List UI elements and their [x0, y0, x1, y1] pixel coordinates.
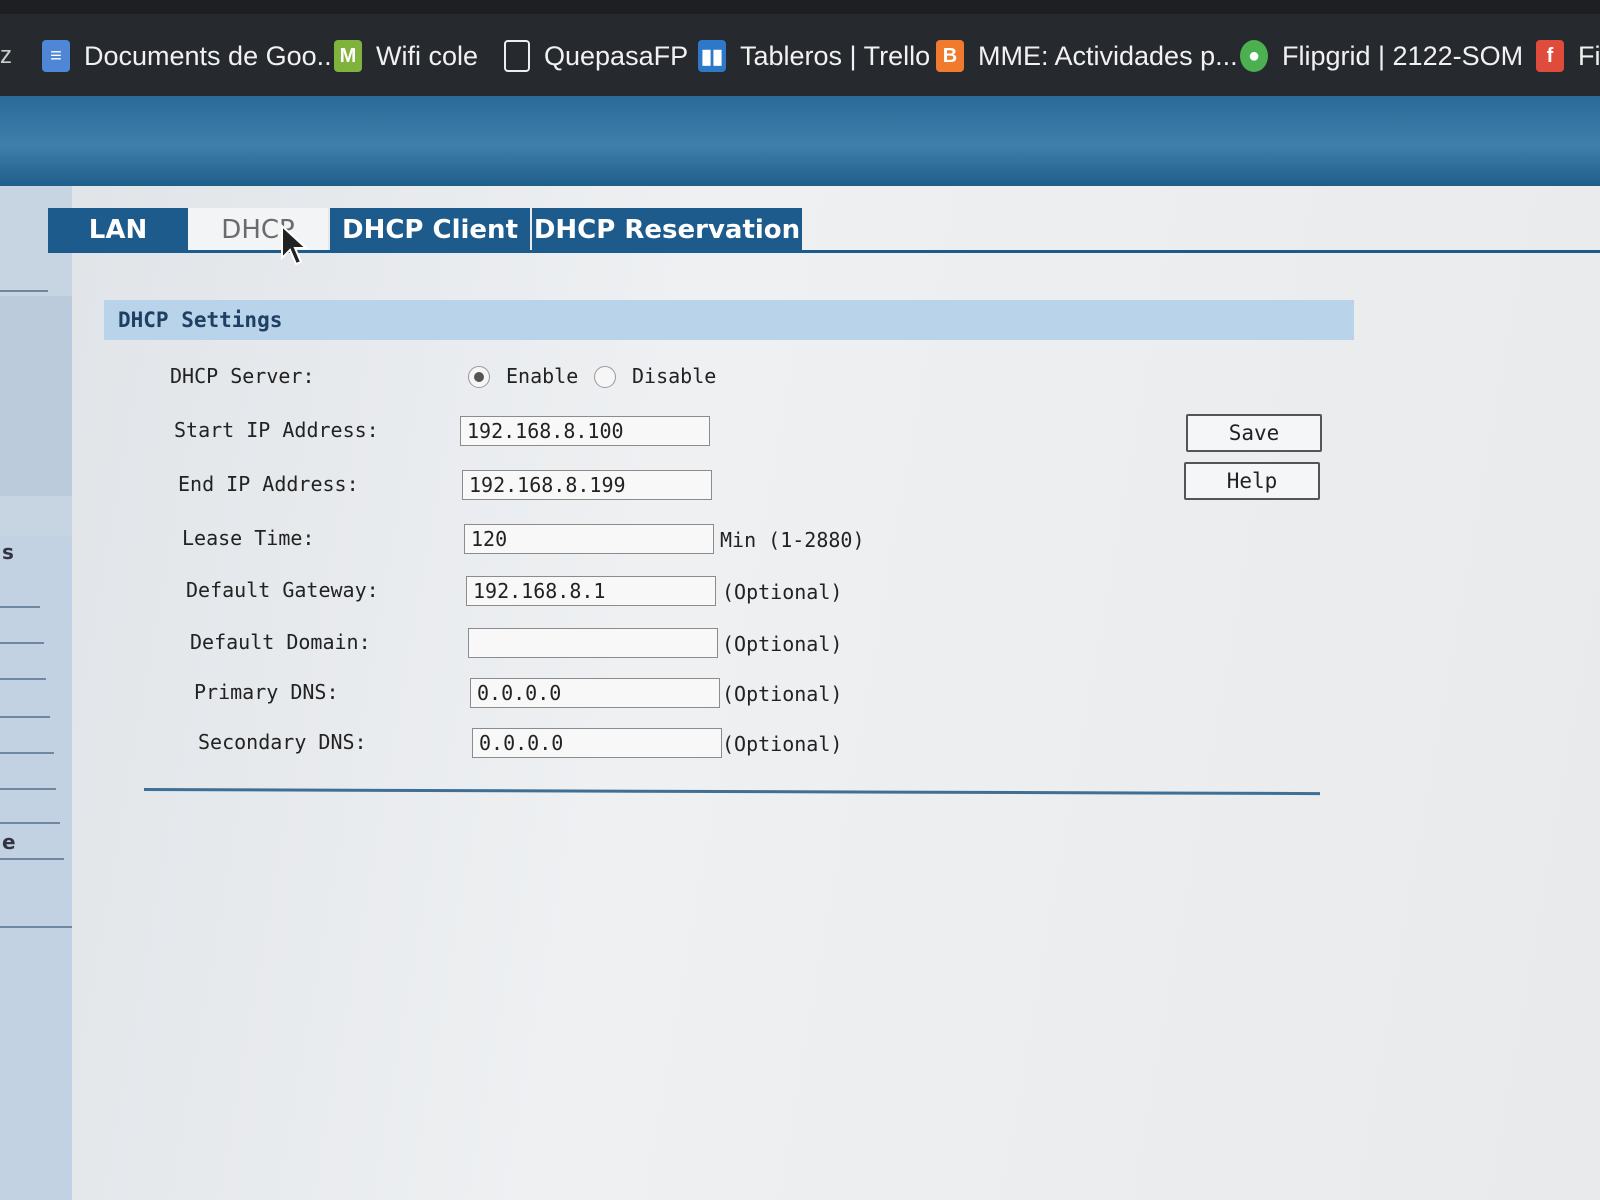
primary-dns-input[interactable]: 0.0.0.0 — [470, 678, 720, 708]
mouse-pointer-icon — [281, 224, 309, 266]
browser-title-strip — [0, 0, 1600, 14]
bookmarks-bar: z ≡ Documents de Goo... M Wifi cole Quep… — [0, 0, 1600, 96]
lease-time-input[interactable]: 120 — [464, 524, 714, 554]
enable-radio[interactable] — [468, 366, 490, 388]
disable-radio[interactable] — [594, 366, 616, 388]
start-ip-label: Start IP Address: — [174, 418, 379, 442]
dhcp-server-label: DHCP Server: — [170, 364, 315, 388]
trello-icon: ▮▮ — [698, 40, 726, 72]
bookmark-label: Flipgrid | 2122-SOM — [1282, 40, 1524, 71]
disable-radio-label: Disable — [632, 364, 717, 388]
default-domain-input[interactable] — [468, 628, 718, 658]
side-menu-divider — [0, 926, 72, 928]
bookmark-documents[interactable]: ≡ Documents de Goo... — [42, 36, 339, 76]
lease-time-label: Lease Time: — [182, 526, 315, 550]
side-menu-divider — [0, 788, 56, 790]
default-domain-optional-note: (Optional) — [722, 632, 843, 656]
end-ip-label: End IP Address: — [178, 472, 359, 496]
bookmark-label: MME: Actividades p... — [978, 40, 1238, 71]
secondary-dns-optional-note: (Optional) — [722, 732, 843, 756]
side-menu-divider — [0, 858, 64, 860]
side-menu-block — [0, 296, 72, 496]
bookmark-figma[interactable]: f Fi — [1536, 36, 1600, 76]
primary-dns-optional-note: (Optional) — [722, 682, 843, 706]
bookmark-label: Fi — [1578, 40, 1600, 71]
side-menu-divider — [0, 290, 48, 292]
default-gateway-input[interactable]: 192.168.8.1 — [466, 576, 716, 606]
tab-dhcp-reservation[interactable]: DHCP Reservation — [532, 208, 802, 252]
save-button[interactable]: Save — [1186, 414, 1322, 452]
bookmark-quepasafp[interactable]: QuepasaFP — [504, 36, 688, 76]
primary-dns-label: Primary DNS: — [194, 680, 339, 704]
gmail-icon: M — [334, 40, 362, 72]
page-icon — [504, 40, 530, 72]
router-header-banner — [0, 96, 1600, 186]
secondary-dns-input[interactable]: 0.0.0.0 — [472, 728, 722, 758]
enable-radio-label: Enable — [506, 364, 579, 388]
bookmark-overflow[interactable]: z — [0, 36, 12, 76]
secondary-dns-label: Secondary DNS: — [198, 730, 367, 754]
bookmark-label: Tableros | Trello — [740, 40, 931, 71]
bookmark-label: Documents de Goo... — [84, 40, 340, 71]
tab-dhcp-client[interactable]: DHCP Client — [330, 208, 530, 252]
side-menu-item-partial[interactable]: e — [2, 830, 16, 854]
bookmark-mme[interactable]: B MME: Actividades p... — [936, 36, 1238, 76]
side-menu — [0, 186, 72, 1200]
bookmark-label: Wifi cole — [376, 40, 479, 71]
default-gateway-optional-note: (Optional) — [722, 580, 843, 604]
section-title: DHCP Settings — [104, 300, 1354, 340]
side-menu-divider — [0, 752, 54, 754]
lease-time-range-note: Min (1-2880) — [720, 528, 865, 552]
bookmark-flipgrid[interactable]: ● Flipgrid | 2122-SOM — [1240, 36, 1523, 76]
google-docs-icon: ≡ — [42, 40, 70, 72]
side-menu-divider — [0, 642, 44, 644]
side-menu-divider — [0, 716, 50, 718]
flipgrid-icon: ● — [1240, 40, 1268, 72]
blogger-icon: B — [936, 40, 964, 72]
start-ip-input[interactable]: 192.168.8.100 — [460, 416, 710, 446]
side-menu-divider — [0, 822, 60, 824]
bookmark-label: QuepasaFP — [544, 40, 689, 71]
side-menu-divider — [0, 678, 46, 680]
side-menu-divider — [0, 606, 40, 608]
figma-icon: f — [1536, 40, 1564, 72]
help-button[interactable]: Help — [1184, 462, 1320, 500]
bookmark-trello[interactable]: ▮▮ Tableros | Trello — [698, 36, 930, 76]
side-menu-block — [0, 536, 72, 1200]
default-gateway-label: Default Gateway: — [186, 578, 379, 602]
side-menu-item-partial[interactable]: s — [2, 540, 14, 564]
tab-lan[interactable]: LAN — [48, 208, 188, 252]
bookmark-wifi-cole[interactable]: M Wifi cole — [334, 36, 478, 76]
default-domain-label: Default Domain: — [190, 630, 371, 654]
end-ip-input[interactable]: 192.168.8.199 — [462, 470, 712, 500]
